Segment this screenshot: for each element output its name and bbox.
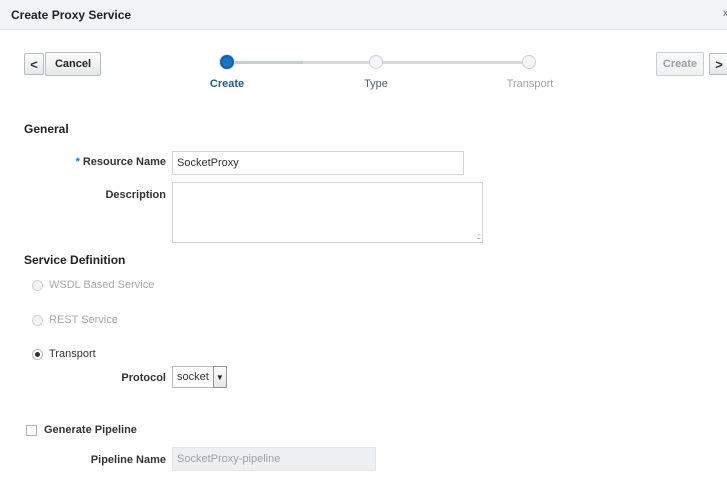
section-general-heading: General: [24, 122, 69, 136]
train-segment-1: [303, 61, 373, 64]
train-stop-create[interactable]: [220, 55, 234, 69]
dialog-title: Create Proxy Service: [11, 8, 132, 22]
close-icon[interactable]: x: [723, 8, 727, 19]
dropdown-arrow-icon[interactable]: ▼: [212, 366, 227, 388]
pipeline-name-input: SocketProxy-pipeline: [172, 447, 376, 471]
radio-button: [32, 314, 43, 326]
train-segment-2: [380, 61, 522, 64]
train-label-create[interactable]: Create: [187, 78, 267, 90]
description-textarea[interactable]: .::: [172, 182, 483, 243]
resize-handle-icon[interactable]: .::: [476, 232, 481, 241]
chevron-left-icon: <: [30, 56, 38, 72]
radio-rest-service: REST Service: [32, 314, 118, 326]
pipeline-name-label: Pipeline Name: [90, 454, 166, 466]
next-step-button[interactable]: >: [709, 53, 727, 75]
cancel-button[interactable]: Cancel: [45, 52, 101, 76]
radio-button-checked[interactable]: [32, 348, 43, 360]
radio-wsdl-based-service: WSDL Based Service: [32, 279, 154, 291]
generate-pipeline-checkbox[interactable]: [26, 424, 37, 436]
create-button[interactable]: Create: [656, 52, 704, 76]
protocol-select[interactable]: socket ▼: [172, 366, 227, 388]
radio-button: [32, 279, 43, 291]
train-stop-type[interactable]: [369, 55, 383, 69]
dialog-titlebar: Create Proxy Service x: [0, 0, 727, 30]
radio-transport[interactable]: Transport: [32, 348, 96, 360]
train-stop-transport[interactable]: [522, 55, 536, 69]
chevron-right-icon: >: [715, 56, 723, 72]
resource-name-label: * Resource Name: [75, 156, 166, 168]
resource-name-input[interactable]: SocketProxy: [172, 151, 464, 175]
train-label-type[interactable]: Type: [336, 78, 416, 90]
train-label-transport[interactable]: Transport: [490, 78, 570, 90]
protocol-select-value[interactable]: socket: [172, 366, 213, 388]
previous-step-button[interactable]: <: [24, 53, 44, 75]
generate-pipeline-checkbox-row[interactable]: Generate Pipeline: [26, 424, 137, 436]
section-service-definition-heading: Service Definition: [24, 253, 126, 267]
generate-pipeline-label[interactable]: Generate Pipeline: [44, 424, 137, 436]
description-label: Description: [105, 189, 166, 201]
protocol-label: Protocol: [121, 372, 166, 384]
train-segment-progress: [233, 61, 303, 64]
required-indicator: *: [75, 156, 80, 168]
